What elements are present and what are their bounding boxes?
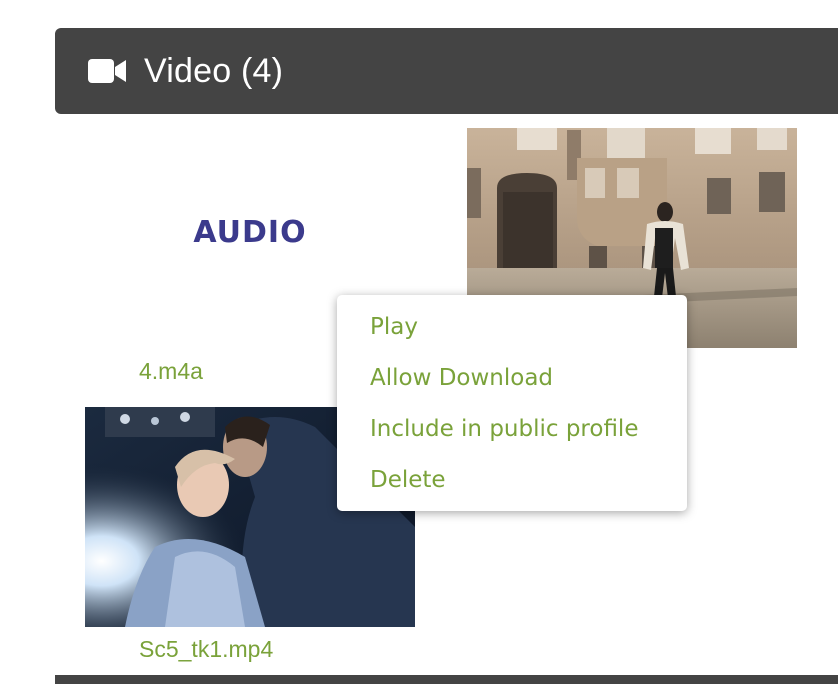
video-camera-icon <box>88 59 126 83</box>
video-section-header[interactable]: Video (4) <box>55 28 838 114</box>
menu-item-delete[interactable]: Delete <box>337 461 687 512</box>
menu-item-allow-download[interactable]: Allow Download <box>337 359 687 410</box>
media-filename-audio[interactable]: 4.m4a <box>139 358 203 385</box>
media-page: Video (4) AUDIO 4.m4a Sc5_tk1.mp4 Play A… <box>0 0 838 684</box>
menu-item-include-public-profile[interactable]: Include in public profile <box>337 410 687 461</box>
menu-item-play[interactable]: Play <box>337 308 687 359</box>
audio-thumbnail-label: AUDIO <box>193 214 307 250</box>
section-title: Video (4) <box>144 51 284 90</box>
next-section-header <box>55 675 838 684</box>
context-menu: Play Allow Download Include in public pr… <box>337 295 687 511</box>
media-filename-video[interactable]: Sc5_tk1.mp4 <box>139 636 273 663</box>
